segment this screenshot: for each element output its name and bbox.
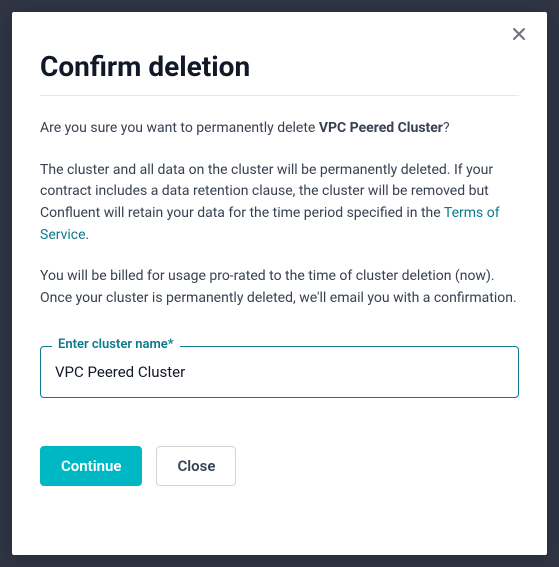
continue-button[interactable]: Continue (40, 446, 142, 486)
divider (40, 95, 519, 96)
warning-text: The cluster and all data on the cluster … (40, 160, 519, 247)
confirm-suffix: ? (443, 120, 450, 136)
cluster-name-label: Enter cluster name* (52, 337, 180, 352)
confirm-deletion-modal: Confirm deletion Are you sure you want t… (12, 12, 547, 555)
warning-prefix: The cluster and all data on the cluster … (40, 162, 493, 221)
cluster-name-field-wrap: Enter cluster name* (40, 346, 519, 398)
warning-suffix: . (86, 227, 90, 243)
cluster-name-bold: VPC Peered Cluster (319, 120, 443, 136)
confirm-question: Are you sure you want to permanently del… (40, 118, 519, 140)
close-icon[interactable] (511, 26, 531, 46)
close-button[interactable]: Close (156, 446, 236, 486)
cluster-name-input[interactable] (40, 346, 519, 398)
billing-text: You will be billed for usage pro-rated t… (40, 266, 519, 309)
modal-title: Confirm deletion (40, 50, 519, 83)
confirm-prefix: Are you sure you want to permanently del… (40, 120, 319, 136)
modal-actions: Continue Close (40, 446, 519, 486)
